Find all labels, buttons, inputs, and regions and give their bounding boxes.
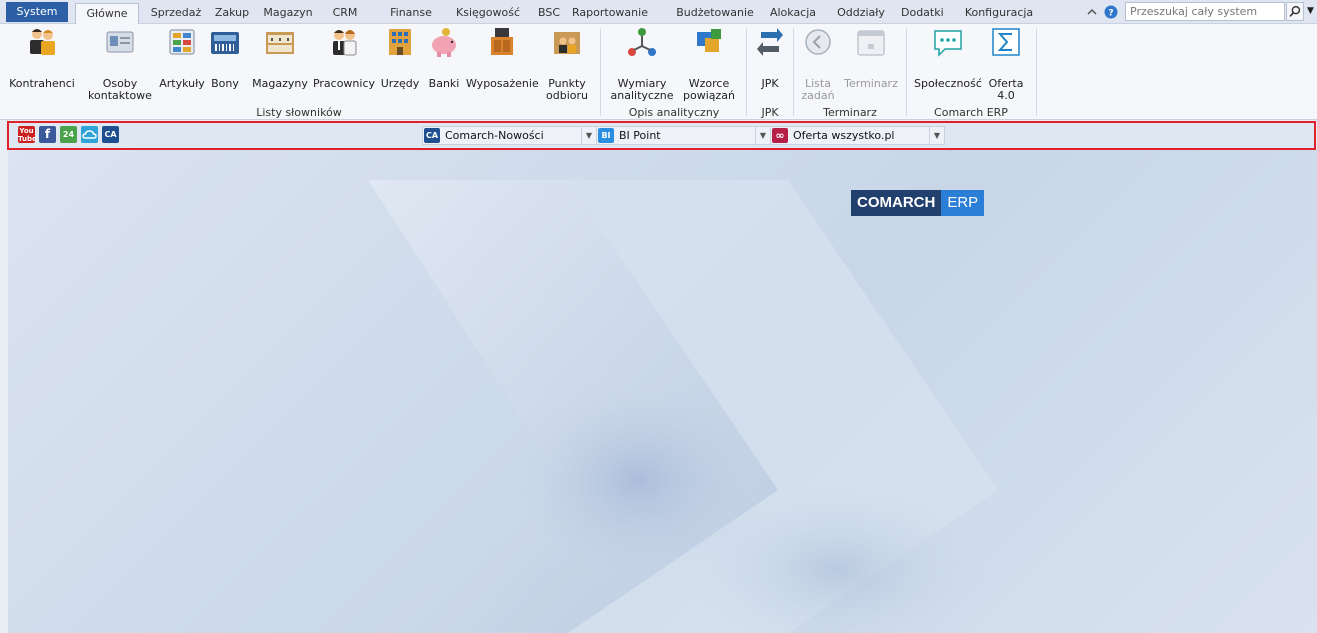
menu-bar: System Główne Sprzedaż Zakup Magazyn CRM… <box>0 0 1317 25</box>
group-separator <box>600 28 601 116</box>
oferta-wszystko-combo[interactable]: ∞ Oferta wszystko.pl ▼ <box>770 126 945 145</box>
cloud-icon[interactable] <box>81 126 98 143</box>
tab-oddzialy[interactable]: Oddziały <box>836 3 886 24</box>
kontrahenci-label: Kontrahenci <box>9 77 75 90</box>
group-label-comarch: Comarch ERP <box>934 106 1008 119</box>
tab-raportowanie[interactable]: Raportowanie <box>566 3 654 24</box>
warehouse-icon <box>266 32 294 54</box>
comarch-erp-logo: COMARCH ERP <box>851 190 985 216</box>
group-label-listy: Listy słowników <box>256 106 342 119</box>
pickup-point-icon <box>554 32 580 54</box>
jpk-icon <box>757 28 783 56</box>
offer-sigma-icon <box>992 28 1020 56</box>
help-icon[interactable]: ? <box>1104 5 1118 19</box>
tab-system[interactable]: System <box>6 2 68 22</box>
bi-point-label: BI Point <box>619 129 661 142</box>
community-chat-icon <box>934 30 962 57</box>
comarch24-icon[interactable]: 24 <box>60 126 77 143</box>
group-separator <box>746 28 747 116</box>
search-icon[interactable] <box>1286 2 1304 21</box>
osoby-label: Osoby kontaktowe <box>88 77 152 102</box>
urzedy-label: Urzędy <box>380 77 420 90</box>
contractors-icon <box>30 29 55 55</box>
artykuly-label: Artykuły <box>159 77 205 90</box>
calendar-icon <box>857 30 885 56</box>
brand-erp: ERP <box>941 190 985 216</box>
group-separator <box>793 28 794 116</box>
magazyny-label: Magazyny <box>252 77 308 90</box>
ca-combo-icon: CA <box>424 128 440 143</box>
chevron-down-icon[interactable]: ▼ <box>581 127 596 144</box>
tab-dodatki[interactable]: Dodatki <box>901 3 944 24</box>
task-list-icon <box>805 29 831 55</box>
background-chevron-graphic <box>368 180 998 633</box>
comarch-nowosci-combo[interactable]: CA Comarch-Nowości ▼ <box>422 126 597 145</box>
chevron-down-icon[interactable]: ▼ <box>755 127 770 144</box>
equipment-icon <box>491 28 513 55</box>
oferta-combo-icon: ∞ <box>772 128 788 143</box>
brand-comarch: COMARCH <box>851 190 942 216</box>
group-separator <box>1036 28 1037 116</box>
comarch-nowosci-label: Comarch-Nowości <box>445 129 544 142</box>
wymiary-label: Wymiary analityczne <box>610 77 674 102</box>
tab-ksiegowosc[interactable]: Księgowość <box>452 3 524 24</box>
contact-card-icon <box>106 31 134 53</box>
patterns-icon <box>697 29 721 52</box>
piggy-bank-icon <box>432 28 456 57</box>
tab-sprzedaz[interactable]: Sprzedaż <box>145 3 207 24</box>
group-separator <box>906 28 907 116</box>
quick-access-toolbar: You Tube f 24 CA CA Comarch-Nowości ▼ BI … <box>7 121 1316 150</box>
tab-crm[interactable]: CRM <box>328 3 362 24</box>
lista-label: Lista zadań <box>801 77 835 102</box>
articles-icon <box>169 29 195 55</box>
pracownicy-label: Pracownicy <box>312 77 376 90</box>
main-workspace: COMARCH ERP <box>8 150 1317 633</box>
dimensions-icon <box>628 28 656 56</box>
bi-combo-icon: BI <box>598 128 614 143</box>
tab-konfiguracja[interactable]: Konfiguracja <box>961 3 1037 24</box>
search-dropdown-icon[interactable]: ▼ <box>1305 2 1316 21</box>
bony-label: Bony <box>211 77 239 90</box>
tab-budzetowanie[interactable]: Budżetowanie <box>672 3 758 24</box>
employees-icon <box>333 30 357 56</box>
terminarz-label: Terminarz <box>844 77 898 90</box>
tab-alokacja[interactable]: Alokacja <box>768 3 818 24</box>
tab-zakup[interactable]: Zakup <box>210 3 254 24</box>
ribbon: Kontrahenci Osoby kontaktowe Artykuły Bon… <box>0 24 1317 120</box>
oferta-label: Oferta 4.0 <box>988 77 1024 102</box>
spolecznosc-label: Społeczność <box>914 77 982 90</box>
voucher-icon <box>211 32 239 54</box>
group-label-jpk: JPK <box>761 106 779 119</box>
facebook-icon[interactable]: f <box>39 126 56 143</box>
group-label-terminarz: Terminarz <box>823 106 877 119</box>
ca-icon[interactable]: CA <box>102 126 119 143</box>
banki-label: Banki <box>428 77 460 90</box>
oferta-wszystko-label: Oferta wszystko.pl <box>793 129 895 142</box>
svg-text:?: ? <box>1108 9 1113 19</box>
office-building-icon <box>389 29 411 55</box>
tab-bsc[interactable]: BSC <box>535 3 563 24</box>
search-input[interactable]: Przeszukaj cały system <box>1125 2 1285 21</box>
chevron-down-icon[interactable]: ▼ <box>929 127 944 144</box>
tab-finanse[interactable]: Finanse <box>386 3 436 24</box>
jpk-label: JPK <box>761 77 779 90</box>
youtube-icon[interactable]: You Tube <box>18 126 37 143</box>
collapse-ribbon-icon[interactable] <box>1085 5 1099 19</box>
tab-magazyn[interactable]: Magazyn <box>258 3 318 24</box>
punkty-label: Punkty odbioru <box>546 77 588 102</box>
group-label-opis: Opis analityczny <box>628 106 720 119</box>
tab-glowne[interactable]: Główne <box>75 3 139 25</box>
wzorce-label: Wzorce powiązań <box>683 77 735 102</box>
wyposazenie-label: Wyposażenie <box>466 77 539 90</box>
bi-point-combo[interactable]: BI BI Point ▼ <box>596 126 771 145</box>
